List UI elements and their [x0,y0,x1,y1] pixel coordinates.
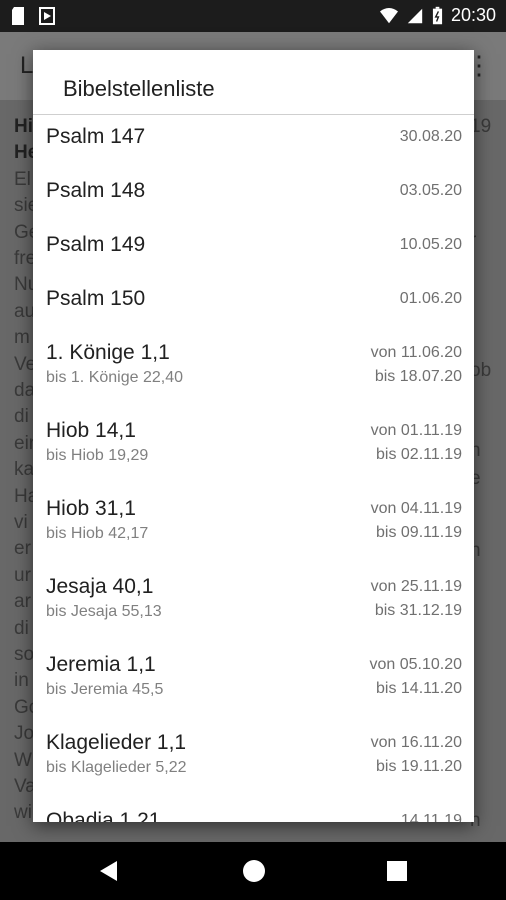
passage-date: von 04.11.19 [370,500,462,517]
background-text-line: in [14,670,29,692]
play-protect-icon [39,7,55,25]
passage-list-item[interactable]: Hiob 14,1 bis Hiob 19,29 von 01.11.19 bis 0… [33,419,474,491]
background-text-line: vi [14,512,28,533]
status-time: 20:30 [450,5,496,25]
passage-title: Hiob 31,1 [46,497,136,520]
passage-title: Psalm 147 [46,125,146,148]
passage-date: von 25.11.19 [370,578,462,595]
passage-title: Hiob 14,1 [46,419,136,442]
passage-date: 03.05.20 [399,182,462,199]
dialog-title: Bibelstellenliste [63,76,215,101]
passage-date: von 01.11.19 [370,422,462,439]
passage-title: Psalm 148 [46,179,146,202]
passage-list-item[interactable]: Psalm 149 10.05.20 [33,233,474,281]
passage-list[interactable]: Psalm 147 30.08.20 Psalm 148 03.05.20 Psalm … [33,115,474,822]
sd-card-icon [12,7,24,25]
passage-subtitle: bis Hiob 19,29 [46,447,149,464]
passage-subtitle: bis Jesaja 55,13 [46,603,162,620]
passage-date: 10.05.20 [399,236,462,253]
background-text-line: da [14,380,36,401]
home-icon[interactable] [243,860,265,882]
passage-title: Psalm 149 [46,233,146,256]
passage-date: von 05.10.20 [369,656,462,673]
background-text-line: au [14,300,36,322]
passage-title: Klagelieder 1,1 [46,731,187,754]
passage-end-date: bis 02.11.19 [376,446,462,463]
passage-title: Obadja 1,21 [46,809,161,822]
battery-icon [432,6,443,24]
passage-end-date: bis 19.11.20 [376,758,462,775]
wifi-icon [379,7,398,23]
passage-list-item[interactable]: 1. Könige 1,1 bis 1. Könige 22,40 von 11.0… [33,341,474,413]
background-text-line: eir [14,432,36,454]
background-text-line: di [14,406,29,428]
app-title: L [20,52,34,79]
background-text-line: di [14,617,29,639]
passage-list-item[interactable]: Psalm 147 30.08.20 [33,125,474,173]
passage-title: 1. Könige 1,1 [46,341,170,364]
recent-apps-icon[interactable] [387,861,407,881]
passage-list-item[interactable]: Obadja 1,21 14.11.19 [33,809,474,822]
passage-end-date: bis 31.12.19 [374,602,462,619]
status-bar: 20:30 [0,0,506,32]
passage-date: 01.06.20 [399,290,462,307]
passage-list-item[interactable]: Psalm 148 03.05.20 [33,179,474,227]
passage-subtitle: bis Klagelieder 5,22 [46,759,187,776]
background-text-line: El [14,168,31,190]
navigation-bar [0,842,506,900]
passage-list-item[interactable]: Psalm 150 01.06.20 [33,287,474,335]
background-text-line: ka [14,459,35,481]
passage-subtitle: bis 1. Könige 22,40 [46,369,183,386]
background-text-line: ar [14,591,31,613]
passage-title: Jesaja 40,1 [46,575,154,598]
background-text-line: so [14,644,35,665]
dialog-header: Bibelstellenliste [33,50,474,115]
background-text-line: ur [14,564,31,586]
passage-list-item[interactable]: Hiob 31,1 bis Hiob 42,17 von 04.11.19 bis 0… [33,497,474,569]
background-text-line: m [14,327,30,349]
background-text-line: Jo [14,723,35,745]
background-text-line: er [14,538,31,560]
passage-list-item[interactable]: Jeremia 1,1 bis Jeremia 45,5 von 05.10.20 b… [33,653,474,725]
back-icon[interactable] [100,861,117,881]
passage-date: 14.11.19 [400,812,462,822]
passage-end-date: bis 18.07.20 [374,368,462,385]
passage-date: von 11.06.20 [370,344,462,361]
passage-end-date: bis 14.11.20 [376,680,462,697]
passage-list-item[interactable]: Klagelieder 1,1 bis Klagelieder 5,22 von 1… [33,731,474,803]
passage-title: Psalm 150 [46,287,146,310]
passage-end-date: bis 09.11.19 [376,524,462,541]
passage-subtitle: bis Jeremia 45,5 [46,681,164,698]
bible-passage-dialog: Bibelstellenliste Psalm 147 30.08.20 Psalm… [33,50,474,822]
background-text-line: Hi [14,116,33,137]
background-text-line: W [14,749,32,771]
signal-icon [407,8,423,23]
passage-date: 30.08.20 [399,128,462,145]
passage-list-item[interactable]: Jesaja 40,1 bis Jesaja 55,13 von 25.11.19 b… [33,575,474,647]
passage-subtitle: bis Hiob 42,17 [46,525,149,542]
passage-date: von 16.11.20 [370,734,462,751]
passage-title: Jeremia 1,1 [46,653,156,676]
